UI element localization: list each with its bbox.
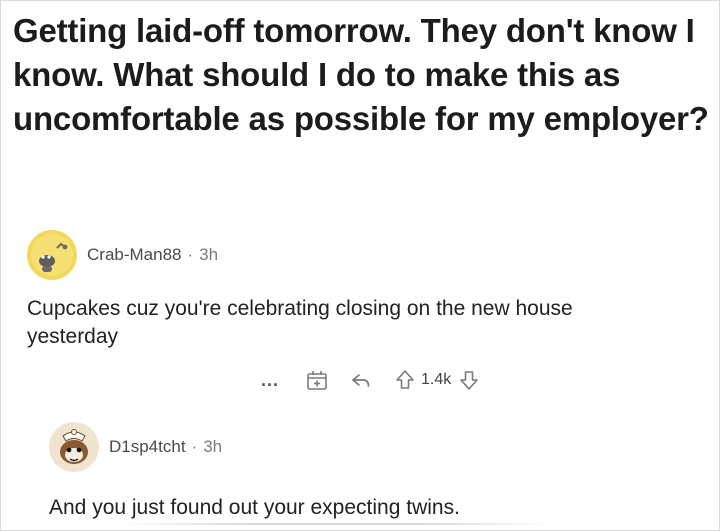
avatar[interactable] xyxy=(27,230,77,280)
award-button[interactable] xyxy=(305,368,329,392)
reply-icon xyxy=(352,374,370,387)
comment: Crab-Man88 · 3h Cupcakes cuz you're cele… xyxy=(27,227,707,390)
snoo-avatar-icon xyxy=(27,230,77,280)
comment-action-bar: ... 1.4k xyxy=(261,365,501,395)
avatar[interactable] xyxy=(49,422,99,472)
award-icon xyxy=(307,371,327,390)
upvote-arrow-icon xyxy=(396,370,414,389)
comment-body: And you just found out your expecting tw… xyxy=(49,496,460,519)
meta-separator: · xyxy=(187,245,194,264)
reply-button[interactable] xyxy=(349,368,373,392)
comment-header: D1sp4tcht · 3h xyxy=(49,419,709,475)
comment-body: Cupcakes cuz you're celebrating closing … xyxy=(27,297,573,348)
downvote-arrow-icon xyxy=(460,371,479,390)
upvote-button[interactable] xyxy=(393,368,417,392)
comment: D1sp4tcht · 3h And you just found out yo… xyxy=(49,419,709,519)
snoo-avatar-icon xyxy=(49,422,99,472)
post-title: Getting laid-off tomorrow. They don't kn… xyxy=(13,12,709,137)
reddit-post-screenshot: Getting laid-off tomorrow. They don't kn… xyxy=(0,0,720,531)
downvote-button[interactable] xyxy=(457,368,481,392)
comment-username[interactable]: D1sp4tcht xyxy=(109,437,186,457)
comment-username[interactable]: Crab-Man88 xyxy=(87,245,182,265)
comment-timestamp: 3h xyxy=(199,245,219,264)
more-options-button[interactable]: ... xyxy=(261,371,279,389)
comment-timestamp: 3h xyxy=(203,437,223,456)
comment-header: Crab-Man88 · 3h xyxy=(27,227,707,283)
meta-separator: · xyxy=(191,437,198,456)
cutoff-text-fragment xyxy=(121,523,551,525)
vote-count: 1.4k xyxy=(421,371,452,388)
